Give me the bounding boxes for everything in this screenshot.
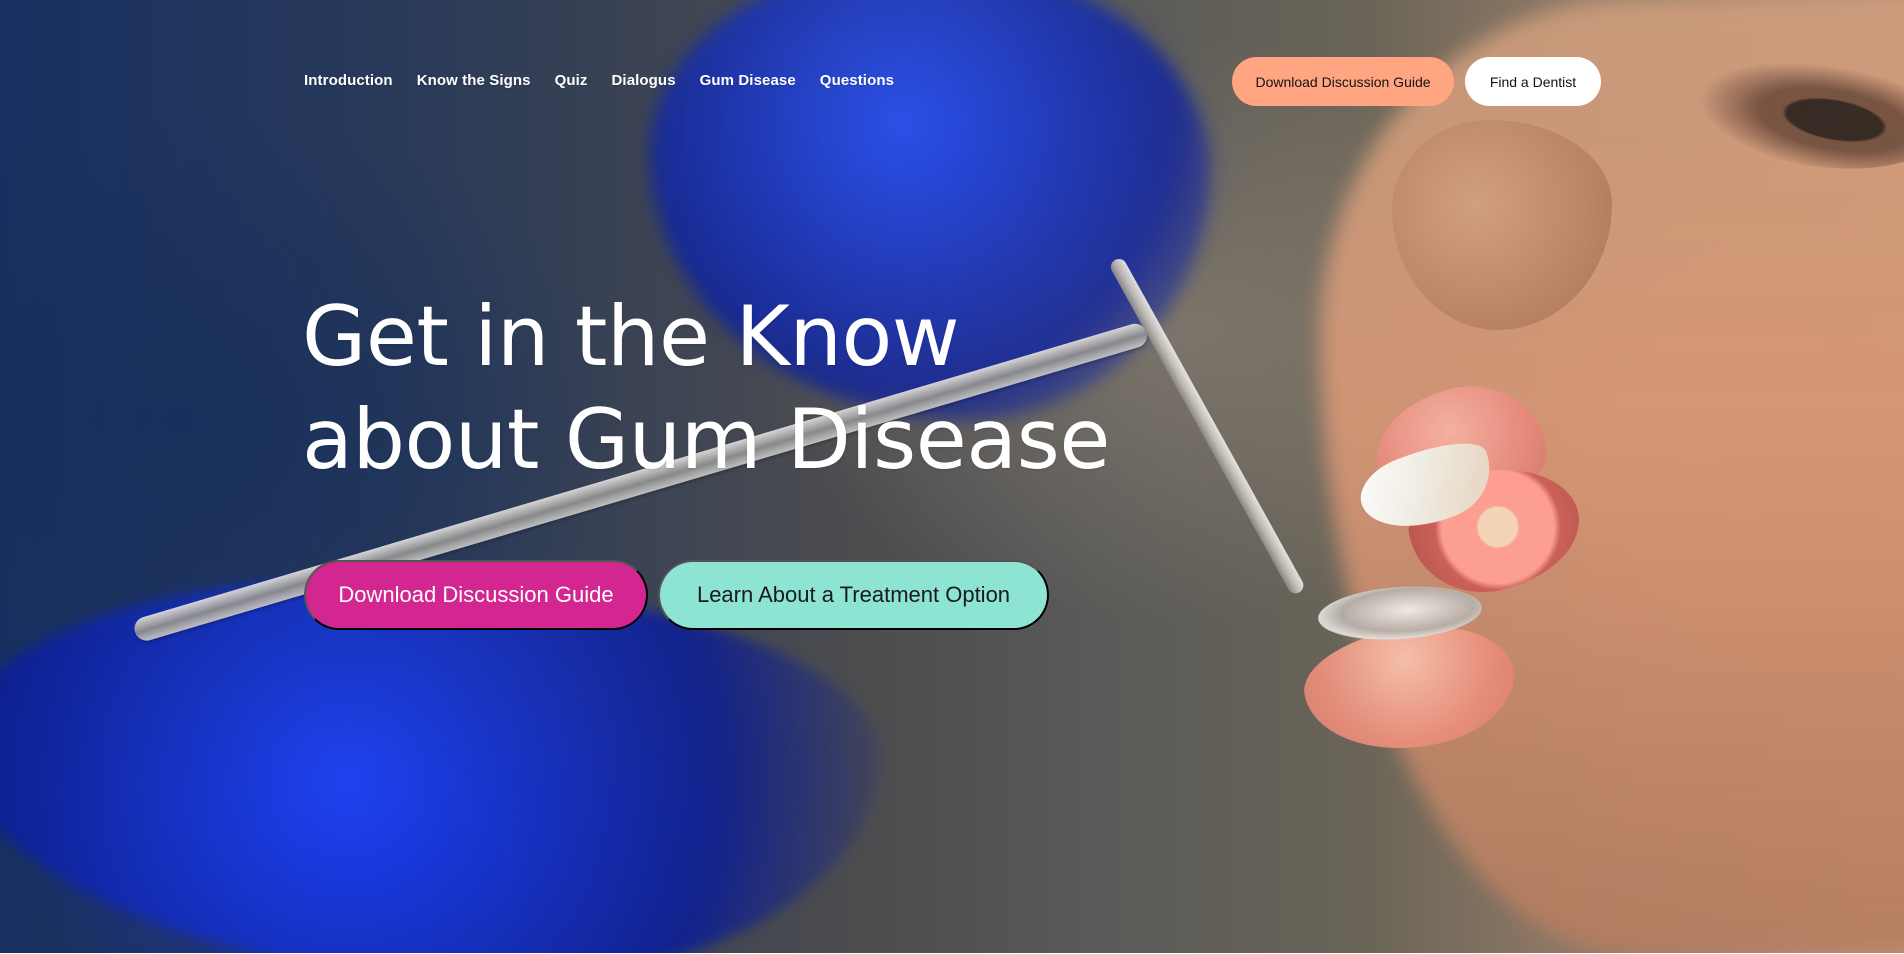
hero-headline-line-2: about Gum Disease <box>302 390 1110 488</box>
nav-questions[interactable]: Questions <box>820 72 894 89</box>
patient-upper-lip-image <box>1365 374 1555 522</box>
hero-cta-row: Download Discussion Guide Learn About a … <box>304 560 1049 630</box>
header-download-button[interactable]: Download Discussion Guide <box>1232 57 1454 106</box>
learn-about-treatment-button[interactable]: Learn About a Treatment Option <box>658 560 1049 630</box>
nav-introduction[interactable]: Introduction <box>304 72 393 89</box>
hero-headline: Get in the Know about Gum Disease <box>302 286 1122 492</box>
hero-headline-line-1: Get in the Know <box>302 288 960 385</box>
nav-quiz[interactable]: Quiz <box>555 72 588 89</box>
main-navigation: Introduction Know the Signs Quiz Dialogu… <box>304 72 894 89</box>
download-discussion-guide-button[interactable]: Download Discussion Guide <box>304 560 648 630</box>
nav-know-the-signs[interactable]: Know the Signs <box>417 72 531 89</box>
find-dentist-button[interactable]: Find a Dentist <box>1465 57 1601 106</box>
nav-dialogus[interactable]: Dialogus <box>612 72 676 89</box>
dental-mirror-handle-image <box>1108 256 1307 597</box>
header-actions: Download Discussion Guide Find a Dentist <box>1232 57 1601 106</box>
patient-teeth-image <box>1351 427 1504 547</box>
hero-section: Introduction Know the Signs Quiz Dialogu… <box>0 0 1904 953</box>
nav-gum-disease[interactable]: Gum Disease <box>700 72 796 89</box>
blue-glove-bottom-image <box>0 580 880 953</box>
dental-mirror-image <box>1316 581 1484 645</box>
patient-eye-image <box>1672 33 1904 187</box>
patient-mouth-image <box>1399 453 1591 607</box>
patient-face-image <box>1320 0 1904 953</box>
patient-nose-image <box>1392 120 1612 330</box>
patient-lower-lip-image <box>1296 610 1524 766</box>
